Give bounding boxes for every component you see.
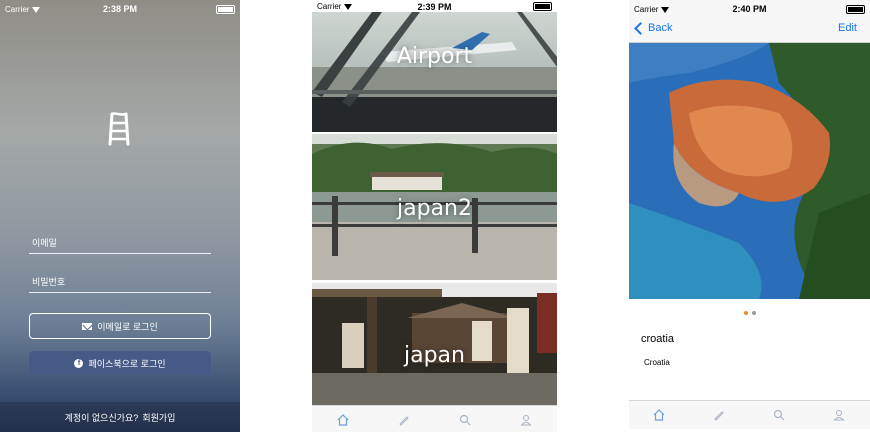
page-indicator[interactable] [629,311,870,315]
status-time: 2:39 PM [417,2,452,12]
password-field[interactable]: 비밀번호 [32,275,65,288]
page-dot [751,311,756,315]
signup-bar: 계정이 없으신가요? 회원가입 [0,402,240,432]
cell-title: Airport [396,44,473,69]
facebook-login-button[interactable]: f 페이스북으로 로그인 [29,351,211,375]
tab-profile[interactable] [832,408,846,422]
pencil-icon [714,411,724,421]
email-login-label: 이메일로 로그인 [97,321,158,332]
list-item-japan[interactable]: japan [312,283,557,405]
search-icon [773,409,785,421]
chevron-left-icon [634,21,647,35]
battery-icon [216,5,235,14]
facebook-icon: f [74,358,84,368]
back-button[interactable]: Back [634,21,673,35]
cell-title: japan [404,343,465,368]
home-icon [337,414,349,426]
tab-write[interactable] [397,413,411,427]
person-icon [833,410,845,421]
status-time: 2:38 PM [102,4,137,14]
tab-bar [312,405,557,432]
croatia-photo[interactable] [629,43,870,299]
edit-button[interactable]: Edit [838,22,857,34]
tab-profile[interactable] [519,413,533,427]
person-icon [520,415,532,426]
search-icon [459,414,471,426]
tab-write[interactable] [712,408,726,422]
list-item-japan2[interactable]: japan2 [312,134,557,280]
tab-home[interactable] [336,413,350,427]
mail-icon [82,322,93,330]
status-bar: Carrier 2:38 PM [0,0,240,18]
email-field[interactable]: 이메일 [32,236,57,249]
place-title: croatia [641,333,675,345]
airport-photo [312,12,557,132]
place-description: Croatia [644,358,670,367]
back-label: Back [648,22,673,34]
tab-home[interactable] [652,408,666,422]
password-field-underline [29,292,211,293]
pencil-icon [399,416,409,426]
tab-search[interactable] [772,408,786,422]
tab-bar [629,400,870,429]
status-time: 2:40 PM [732,4,767,14]
signup-prompt: 계정이 없으신가요? [64,412,139,423]
battery-icon [533,2,552,11]
list-screen: Carrier 2:39 PM Airport japan2 japan [312,0,557,432]
email-login-button[interactable]: 이메일로 로그인 [29,313,211,339]
tab-search[interactable] [458,413,472,427]
login-screen: Carrier 2:38 PM 이메일 비밀번호 이메일로 로그인 f 페이스북… [0,0,240,432]
signup-link[interactable]: 회원가입 [142,411,175,424]
list-item-airport[interactable]: Airport [312,12,557,132]
ladder-icon [108,112,130,146]
home-icon [653,409,665,421]
page-dot-active [743,311,748,315]
facebook-login-label: 페이스북으로 로그인 [88,358,166,369]
battery-icon [846,5,865,14]
status-bar: Carrier 2:40 PM [629,0,870,18]
email-field-underline [29,253,211,254]
cell-title: japan2 [397,196,472,221]
navigation-bar: Back Edit [629,18,870,43]
detail-screen: Carrier 2:40 PM Back Edit croatia Croati… [629,0,870,432]
